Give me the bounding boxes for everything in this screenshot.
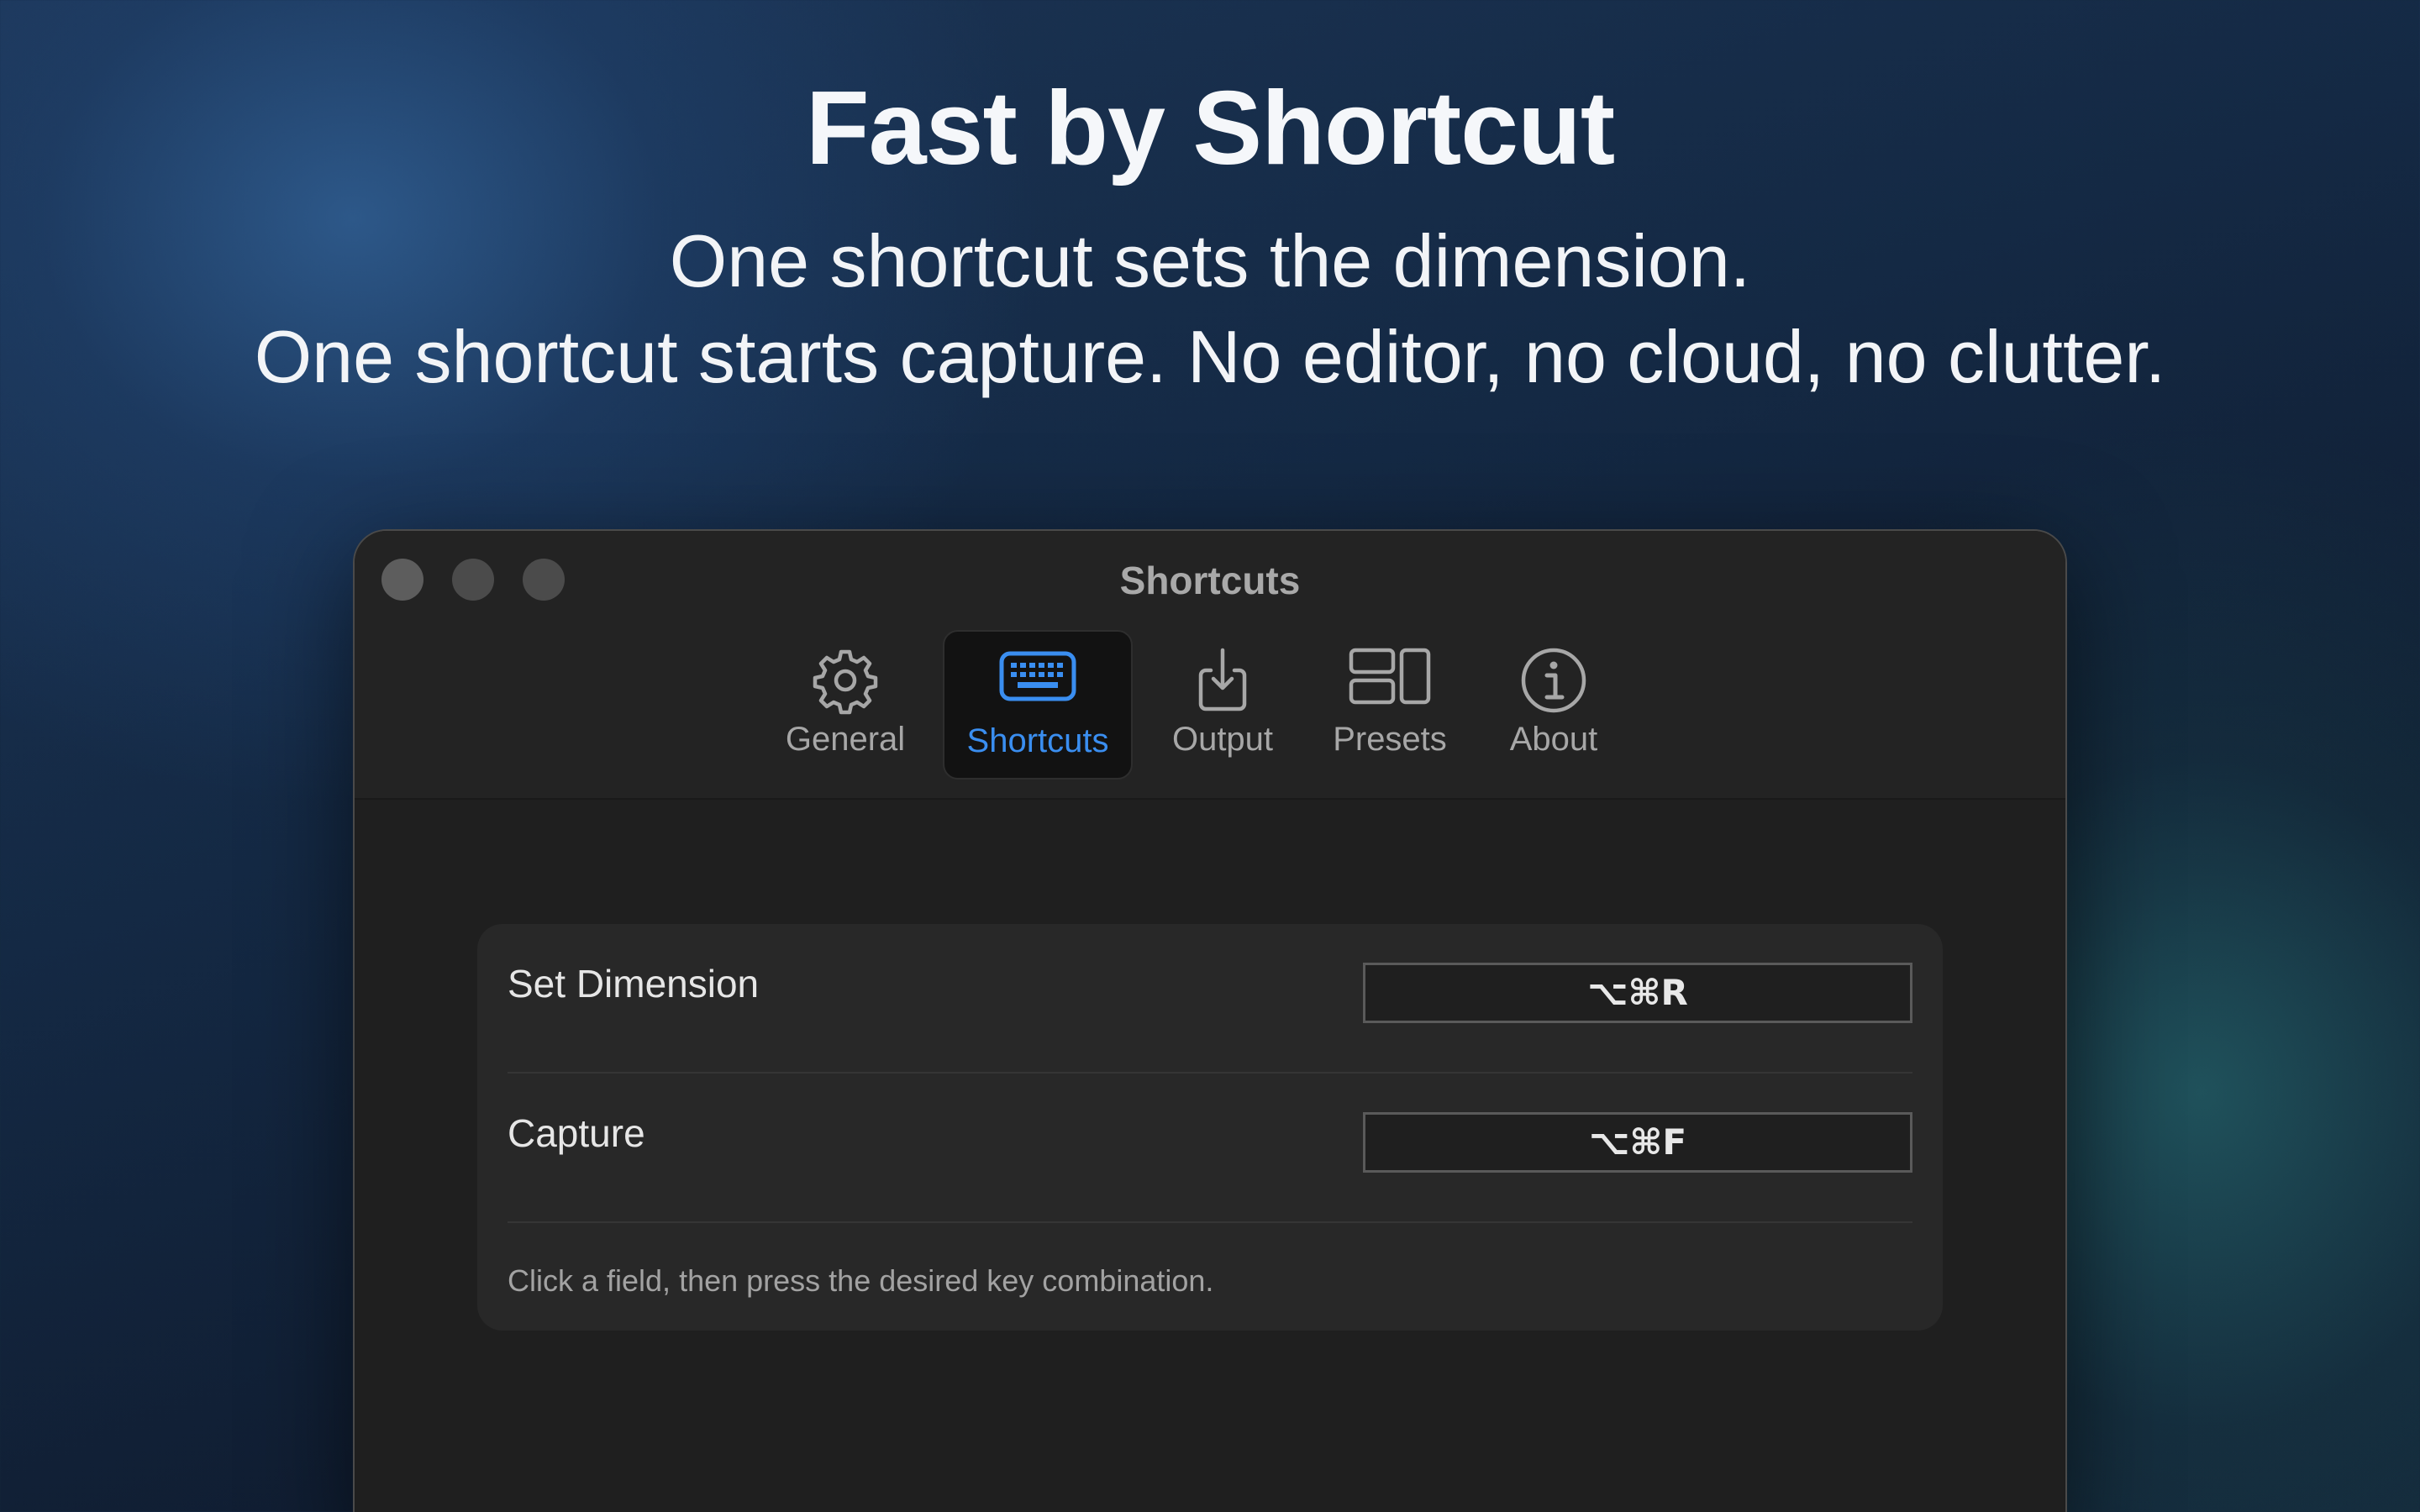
shortcut-hint-text: Click a field, then press the desired ke… [508,1263,1214,1298]
keyboard-icon [997,647,1078,710]
window-titlebar: Shortcuts General Shortcuts Output Prese… [355,531,2065,800]
layout-grid-icon [1346,645,1434,713]
tab-about-label: About [1509,721,1598,758]
window-title: Shortcuts [1119,559,1301,602]
set-dimension-shortcut-field[interactable]: ⌥⌘R [1363,963,1912,1023]
tab-general-label: General [785,721,906,758]
hero-title: Fast by Shortcut [805,71,1615,186]
info-circle-icon [1518,645,1589,720]
tab-general[interactable]: General [778,630,913,776]
hero-subtitle-line-2: One shortcut starts capture. No editor, … [254,315,2166,398]
row-divider [508,1221,1912,1223]
capture-label: Capture [508,1111,645,1155]
tab-presets-label: Presets [1333,721,1447,758]
shortcuts-panel: Set Dimension ⌥⌘R Capture ⌥⌘F Click a fi… [477,924,1943,1331]
set-dimension-label: Set Dimension [508,962,760,1005]
hero-subtitle-line-1: One shortcut sets the dimension. [669,219,1751,302]
capture-shortcut-field[interactable]: ⌥⌘F [1363,1112,1912,1173]
tab-about[interactable]: About [1491,630,1617,776]
tab-presets[interactable]: Presets [1314,630,1465,776]
tab-output-label: Output [1171,721,1274,758]
preferences-toolbar: General Shortcuts Output Presets About [355,630,2065,781]
tab-shortcuts-label: Shortcuts [966,722,1109,759]
row-divider [508,1072,1912,1074]
download-tray-icon [1187,645,1258,720]
gear-icon [810,645,881,720]
tab-shortcuts[interactable]: Shortcuts [943,630,1133,780]
tab-output[interactable]: Output [1160,630,1286,776]
settings-window: Shortcuts General Shortcuts Output Prese… [353,529,2067,1512]
